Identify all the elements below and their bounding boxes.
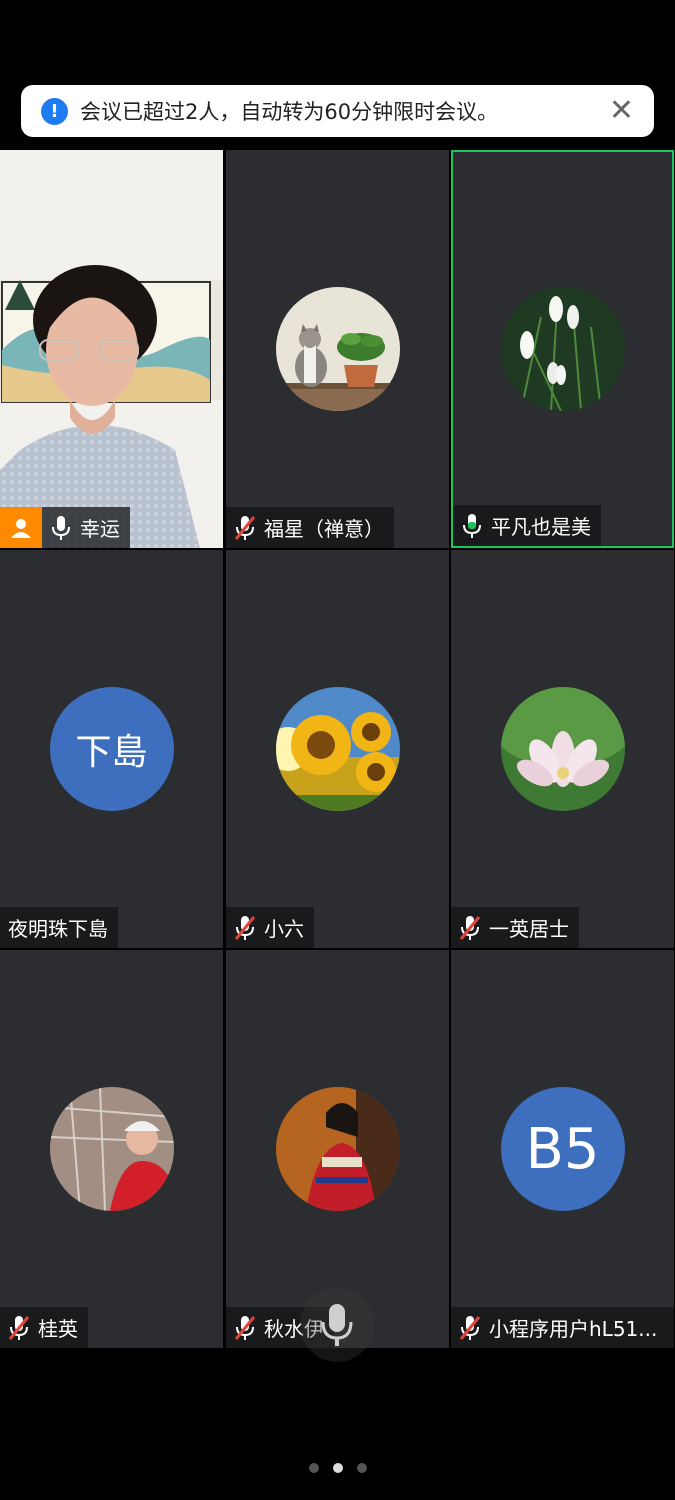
avatar-initials: 下島 <box>75 732 148 773</box>
microphone-icon <box>321 1304 353 1346</box>
participant-label: 小程序用户hL51... <box>451 1307 674 1348</box>
time-limit-notice: ! 会议已超过2人，自动转为60分钟限时会议。 ✕ <box>21 85 654 137</box>
microphone-icon <box>50 515 72 541</box>
muted-microphone-icon <box>459 1315 481 1341</box>
page-dot[interactable] <box>356 1463 367 1473</box>
sunflower-avatar <box>275 687 400 811</box>
muted-microphone-icon <box>459 915 481 941</box>
page-indicator[interactable] <box>0 1463 675 1473</box>
participant-tile[interactable]: 小六 <box>226 550 449 948</box>
initials-avatar: B5 <box>500 1087 625 1211</box>
muted-microphone-icon <box>234 515 256 541</box>
participant-name: 小六 <box>264 917 304 941</box>
woman-photo-avatar <box>49 1087 174 1211</box>
avatar-initials: B5 <box>525 1116 600 1182</box>
muted-microphone-icon <box>8 1315 30 1341</box>
participant-tile[interactable]: 福星（禅意） <box>226 150 449 548</box>
participant-label: 小六 <box>226 907 314 948</box>
participant-name: 小程序用户hL51... <box>489 1317 658 1341</box>
muted-microphone-icon <box>234 1315 256 1341</box>
host-badge-icon <box>0 507 42 548</box>
lotus-avatar <box>500 687 625 811</box>
participant-name: 夜明珠下島 <box>8 917 108 941</box>
participant-label: 一英居士 <box>451 907 579 948</box>
participant-grid: 幸运 福星（禅意） 平凡也是美 下島 夜明珠下島 小六 一英居士 桂英 秋水伊 … <box>0 150 675 1350</box>
participant-name: 福星（禅意） <box>264 517 384 541</box>
notice-text: 会议已超过2人，自动转为60分钟限时会议。 <box>80 100 499 124</box>
participant-name: 桂英 <box>38 1317 78 1341</box>
participant-video <box>0 150 223 548</box>
participant-label: 桂英 <box>0 1307 88 1348</box>
participant-label: 夜明珠下島 <box>0 907 118 948</box>
cat-plant-avatar <box>275 287 400 411</box>
participant-name: 幸运 <box>80 517 120 541</box>
participant-tile[interactable]: 幸运 <box>0 150 223 548</box>
participant-label: 福星（禅意） <box>226 507 394 548</box>
participant-tile[interactable]: 桂英 <box>0 950 223 1348</box>
participant-label: 幸运 <box>42 507 130 548</box>
floating-microphone-button[interactable] <box>300 1288 374 1362</box>
participant-tile-speaking[interactable]: 平凡也是美 <box>451 150 674 548</box>
participant-name: 一英居士 <box>489 917 569 941</box>
participant-tile[interactable]: B5 小程序用户hL51... <box>451 950 674 1348</box>
close-icon[interactable]: ✕ <box>609 96 634 126</box>
page-dot[interactable] <box>308 1463 319 1473</box>
participant-tile[interactable]: 下島 夜明珠下島 <box>0 550 223 948</box>
info-icon: ! <box>41 97 68 125</box>
participant-name: 平凡也是美 <box>491 515 591 539</box>
participant-label: 平凡也是美 <box>453 505 601 546</box>
white-flowers-avatar <box>500 287 625 411</box>
page-dot-current[interactable] <box>332 1463 343 1473</box>
girl-photo-avatar <box>275 1087 400 1211</box>
participant-tile[interactable]: 一英居士 <box>451 550 674 948</box>
initials-avatar: 下島 <box>49 687 174 811</box>
muted-microphone-icon <box>234 915 256 941</box>
active-microphone-icon <box>461 513 483 539</box>
